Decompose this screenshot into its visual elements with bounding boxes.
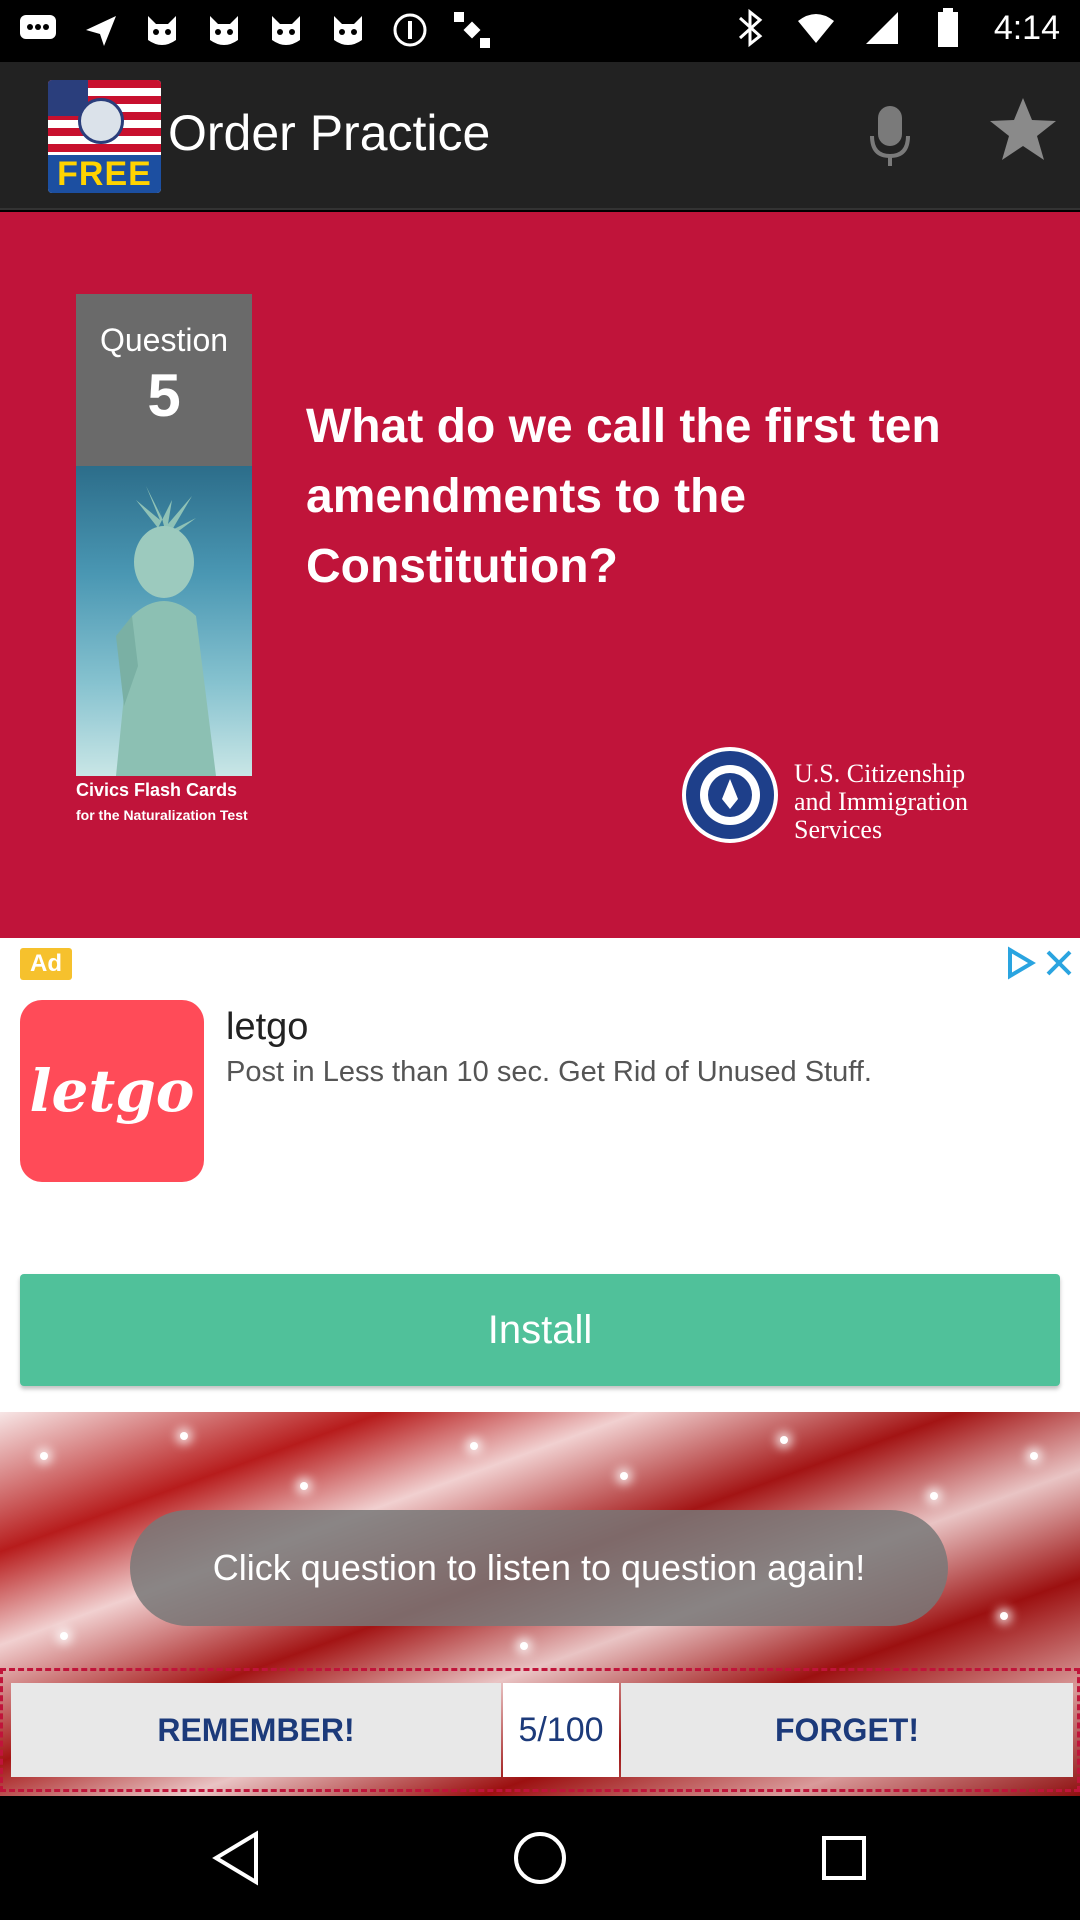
caption-title: Civics Flash Cards xyxy=(76,780,238,800)
message-icon xyxy=(18,10,58,50)
page-title: Order Practice xyxy=(168,105,491,161)
signal-icon xyxy=(862,8,902,48)
question-text[interactable]: What do we call the first ten amendments… xyxy=(306,392,946,602)
footer-panel: Click question to listen to question aga… xyxy=(0,1412,1080,1796)
home-circle-icon xyxy=(514,1832,566,1884)
sparkle xyxy=(180,1432,188,1440)
microphone-icon xyxy=(870,106,910,166)
sparkle xyxy=(1000,1612,1008,1620)
satellite-icon xyxy=(452,10,492,50)
question-counter: 5/100 xyxy=(503,1683,619,1777)
cat-icon xyxy=(142,10,182,50)
back-triangle-icon xyxy=(212,1830,258,1886)
app-logo-label: FREE xyxy=(48,155,161,193)
app-logo: FREE xyxy=(48,80,161,193)
ad-title[interactable]: letgo xyxy=(226,1006,308,1049)
seal-icon xyxy=(78,98,124,144)
battery-icon xyxy=(928,8,968,48)
notification-icons xyxy=(18,10,492,50)
agency-line-3: Services xyxy=(794,815,883,844)
microphone-button[interactable] xyxy=(868,102,912,172)
ad-close-button[interactable] xyxy=(1042,946,1076,980)
sparkle xyxy=(620,1472,628,1480)
caption-subtitle: for the Naturalization Test xyxy=(76,807,248,823)
recents-square-icon xyxy=(822,1836,866,1880)
info-icon xyxy=(390,10,430,50)
question-number: 5 xyxy=(147,362,181,429)
dhs-seal-icon xyxy=(682,747,778,843)
sparkle xyxy=(40,1452,48,1460)
cat-icon xyxy=(266,10,306,50)
sparkle xyxy=(520,1642,528,1650)
sparkle xyxy=(470,1442,478,1450)
bluetooth-icon xyxy=(730,8,770,48)
ad-choices-icon xyxy=(1008,946,1036,980)
flash-card-caption: Civics Flash Cards for the Naturalizatio… xyxy=(76,780,248,823)
star-icon xyxy=(990,98,1056,160)
app-bar: FREE Order Practice xyxy=(0,62,1080,210)
cat-icon xyxy=(328,10,368,50)
question-card[interactable]: Question 5 Civics Flash Cards for the Na… xyxy=(0,212,1080,938)
ad-choices-button[interactable] xyxy=(1002,946,1036,980)
ad-badge: Ad xyxy=(20,948,72,980)
ad-description[interactable]: Post in Less than 10 sec. Get Rid of Unu… xyxy=(226,1056,872,1089)
system-icons: 4:14 xyxy=(730,8,1060,48)
status-bar: 4:14 xyxy=(0,0,1080,62)
sparkle xyxy=(300,1482,308,1490)
sparkle xyxy=(930,1492,938,1500)
system-nav-bar xyxy=(0,1796,1080,1920)
recents-button[interactable] xyxy=(812,1826,876,1890)
ad-app-logo[interactable]: letgo xyxy=(20,1000,204,1182)
forget-button[interactable]: FORGET! xyxy=(621,1683,1073,1777)
question-number-panel: Question 5 xyxy=(76,294,252,466)
close-icon xyxy=(1046,950,1072,976)
favorite-button[interactable] xyxy=(988,94,1058,164)
answer-controls: REMEMBER! 5/100 FORGET! xyxy=(0,1668,1080,1792)
question-label: Question xyxy=(99,322,229,358)
sparkle xyxy=(60,1632,68,1640)
replay-hint: Click question to listen to question aga… xyxy=(130,1510,948,1626)
clock: 4:14 xyxy=(993,8,1060,47)
agency-line-1: U.S. Citizenship xyxy=(794,759,966,788)
sparkle xyxy=(1030,1452,1038,1460)
agency-name: U.S. Citizenship and Immigration Service… xyxy=(794,760,968,844)
send-icon xyxy=(80,10,120,50)
cat-icon xyxy=(204,10,244,50)
agency-line-2: and Immigration xyxy=(794,787,969,816)
wifi-icon xyxy=(796,8,836,48)
sparkle xyxy=(780,1436,788,1444)
remember-button[interactable]: REMEMBER! xyxy=(11,1683,501,1777)
statue-of-liberty-image xyxy=(76,466,252,776)
back-button[interactable] xyxy=(206,1826,270,1890)
install-button[interactable]: Install xyxy=(20,1274,1060,1386)
home-button[interactable] xyxy=(508,1826,572,1890)
ad-banner[interactable]: Ad letgo letgo Post in Less than 10 sec.… xyxy=(0,938,1080,1412)
